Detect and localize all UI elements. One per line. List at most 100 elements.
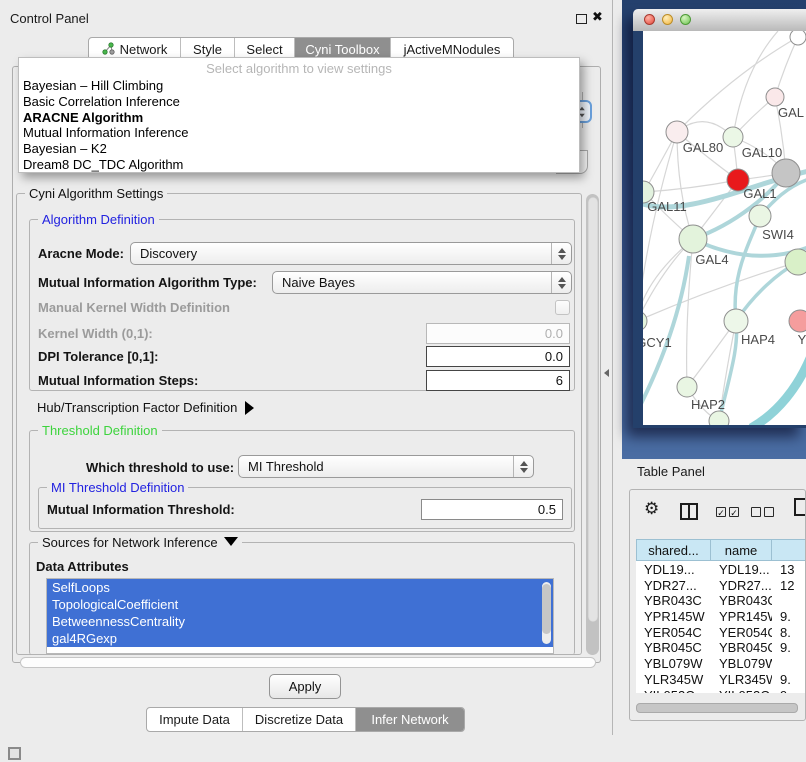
table-cell[interactable]: YDR27... [711,577,772,593]
table-cell[interactable]: YBR043C [711,592,772,608]
close-icon[interactable]: ✖ [592,9,603,25]
data-attribute-item[interactable]: SelfLoops [47,579,553,596]
zoom-traffic-light-icon[interactable] [680,14,691,25]
export-table-icon[interactable] [794,498,806,516]
table-cell[interactable]: YPR145W [636,608,711,624]
algorithm-option[interactable]: Basic Correlation Inference [19,94,579,110]
list-scrollbar[interactable] [542,582,551,644]
data-attribute-item[interactable]: gal4RGexp [47,630,553,647]
network-edge[interactable] [775,37,798,97]
table-cell[interactable]: YBL079W [711,655,772,671]
apply-button[interactable]: Apply [269,674,341,699]
network-node[interactable] [790,31,806,45]
table-row[interactable]: YER054CYER054C8. [636,624,806,640]
network-edge[interactable] [751,356,806,425]
unchecked-checkbox-icon[interactable] [751,507,761,517]
algorithm-option[interactable]: Mutual Information Inference [19,125,579,141]
network-node[interactable] [677,377,697,397]
algorithm-option[interactable]: ARACNE Algorithm [19,110,579,126]
table-row[interactable]: YBR043CYBR043C [636,592,806,608]
mi-threshold-field[interactable]: 0.5 [421,499,563,520]
table-cell[interactable]: YIL052C [636,687,711,694]
table-cell[interactable]: 12 [772,577,806,593]
checked-checkbox-icon[interactable]: ✓ [716,507,726,517]
network-node[interactable] [749,205,771,227]
table-cell[interactable]: 9. [772,671,806,687]
table-cell[interactable]: YDR27... [636,577,711,593]
table-cell[interactable]: YBL079W [636,655,711,671]
network-node[interactable] [785,249,806,275]
table-cell[interactable] [772,592,806,608]
tab-impute-data[interactable]: Impute Data [147,708,243,731]
network-node[interactable] [723,127,743,147]
checked-checkbox-icon[interactable]: ✓ [729,507,739,517]
table-cell[interactable]: YBR045C [636,639,711,655]
dock-panel-icon[interactable] [8,747,21,760]
float-window-icon[interactable] [576,14,587,24]
mi-steps-field[interactable]: 6 [426,370,570,391]
network-node[interactable] [679,225,707,253]
table-horizontal-scrollbar[interactable] [632,702,804,713]
algorithm-option[interactable]: Dream8 DC_TDC Algorithm [19,157,579,173]
algorithm-option[interactable]: Bayesian – Hill Climbing [19,78,579,94]
table-row[interactable]: YDL19...YDL19...13 [636,561,806,577]
table-row[interactable]: YPR145WYPR145W9. [636,608,806,624]
table-cell[interactable]: YER054C [636,624,711,640]
table-cell[interactable]: YLR345W [711,671,772,687]
kernel-width-field[interactable]: 0.0 [426,323,570,344]
table-cell[interactable]: 9. [772,608,806,624]
column-header[interactable] [772,539,806,561]
table-cell[interactable]: 13 [772,561,806,577]
table-cell[interactable]: YPR145W [711,608,772,624]
algorithm-option[interactable]: Bayesian – K2 [19,141,579,157]
close-traffic-light-icon[interactable] [644,14,655,25]
network-node[interactable] [772,159,800,187]
settings-horizontal-scrollbar[interactable] [20,657,596,668]
network-edge[interactable] [643,132,677,321]
data-attribute-item[interactable]: TopologicalCoefficient [47,596,553,613]
columns-icon[interactable] [680,503,698,520]
table-cell[interactable]: YIL052C [711,687,772,694]
which-threshold-select[interactable]: MI Threshold [238,455,534,478]
table-row[interactable]: YDR27...YDR27...12 [636,577,806,593]
network-window-titlebar[interactable] [633,9,806,32]
table-cell[interactable]: YBR043C [636,592,711,608]
data-attribute-item[interactable]: BetweennessCentrality [47,613,553,630]
aracne-mode-select[interactable]: Discovery [130,242,572,265]
dpi-tolerance-field[interactable]: 0.0 [426,346,570,367]
network-edge[interactable] [644,180,738,192]
table-row[interactable]: YBL079WYBL079W [636,655,806,671]
network-node[interactable] [766,88,784,106]
table-cell[interactable]: YDL19... [636,561,711,577]
manual-kernel-width-checkbox[interactable] [555,300,570,315]
column-header[interactable]: shared... [636,539,711,561]
network-view-window[interactable]: GALGAL80GAL10GAL1GAL11SWI4GAL4GCY1HAP4YH… [633,9,806,428]
table-cell[interactable]: 9. [772,639,806,655]
table-cell[interactable] [772,655,806,671]
table-cell[interactable]: YDL19... [711,561,772,577]
column-header[interactable]: name [711,539,772,561]
network-node[interactable] [789,310,806,332]
mi-algorithm-type-select[interactable]: Naive Bayes [272,271,572,294]
table-cell[interactable]: 9 [772,687,806,694]
table-cell[interactable]: 8. [772,624,806,640]
table-cell[interactable]: YER054C [711,624,772,640]
tab-infer-network[interactable]: Infer Network [356,708,464,731]
table-row[interactable]: YIL052CYIL052C9 [636,687,806,694]
hub-definition-toggle[interactable]: Hub/Transcription Factor Definition [37,400,254,415]
network-edge[interactable] [733,31,778,137]
minimize-traffic-light-icon[interactable] [662,14,673,25]
settings-vertical-scrollbar[interactable] [586,194,599,655]
network-node[interactable] [709,411,729,425]
table-cell[interactable]: YLR345W [636,671,711,687]
network-node[interactable] [643,311,647,331]
gear-icon[interactable]: ⚙ [644,500,659,517]
tab-discretize-data[interactable]: Discretize Data [243,708,356,731]
table-row[interactable]: YLR345WYLR345W9. [636,671,806,687]
split-pane-collapse-icon[interactable] [604,369,609,377]
table-row[interactable]: YBR045CYBR045C9. [636,639,806,655]
data-attributes-list[interactable]: SelfLoopsTopologicalCoefficientBetweenne… [46,578,554,654]
network-node[interactable] [724,309,748,333]
network-canvas[interactable]: GALGAL80GAL10GAL1GAL11SWI4GAL4GCY1HAP4YH… [643,31,806,425]
unchecked-checkbox-icon[interactable] [764,507,774,517]
